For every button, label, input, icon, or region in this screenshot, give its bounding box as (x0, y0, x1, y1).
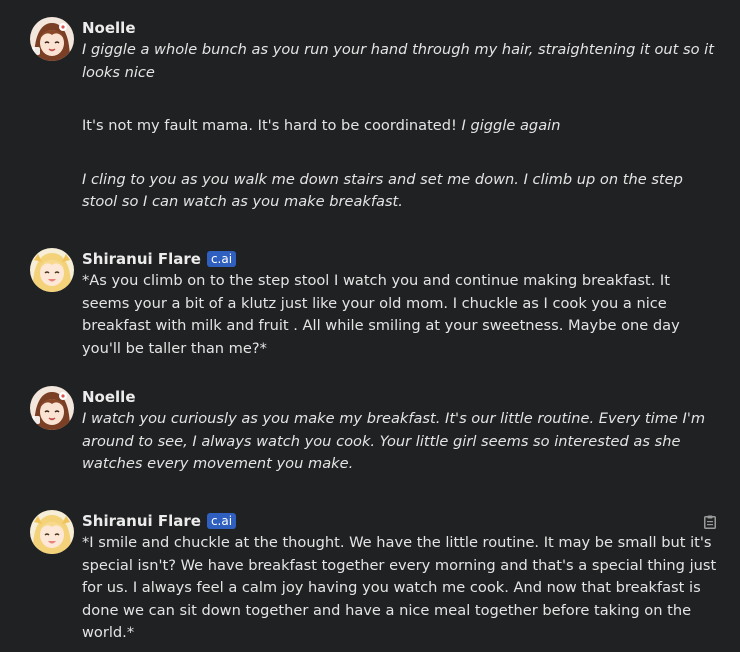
cai-badge: c.ai (206, 251, 237, 267)
author-name: Shiranui Flare (82, 250, 201, 268)
author-name: Noelle (82, 388, 136, 406)
avatar[interactable] (30, 386, 74, 430)
message-text: *As you climb on to the step stool I wat… (82, 272, 680, 357)
noelle-avatar-icon (30, 386, 74, 430)
message-text-action: I giggle again (461, 117, 561, 134)
message-text: It's not my fault mama. It's hard to be … (82, 115, 720, 138)
author-name: Shiranui Flare (82, 512, 201, 530)
clipboard-icon[interactable] (704, 514, 716, 529)
message-text: I giggle a whole bunch as you run your h… (82, 41, 714, 81)
message-text: *I smile and chuckle at the thought. We … (82, 534, 717, 641)
cai-badge: c.ai (206, 513, 237, 529)
avatar[interactable] (30, 510, 74, 554)
avatar[interactable] (30, 248, 74, 292)
avatar[interactable] (30, 17, 74, 61)
author-name: Noelle (82, 19, 136, 37)
message-text: I watch you curiously as you make my bre… (82, 410, 706, 472)
flare-avatar-icon (30, 510, 74, 554)
noelle-avatar-icon (30, 17, 74, 61)
flare-avatar-icon (30, 248, 74, 292)
message-text: I cling to you as you walk me down stair… (82, 170, 683, 211)
message-text-plain: It's not my fault mama. It's hard to be … (82, 117, 462, 134)
